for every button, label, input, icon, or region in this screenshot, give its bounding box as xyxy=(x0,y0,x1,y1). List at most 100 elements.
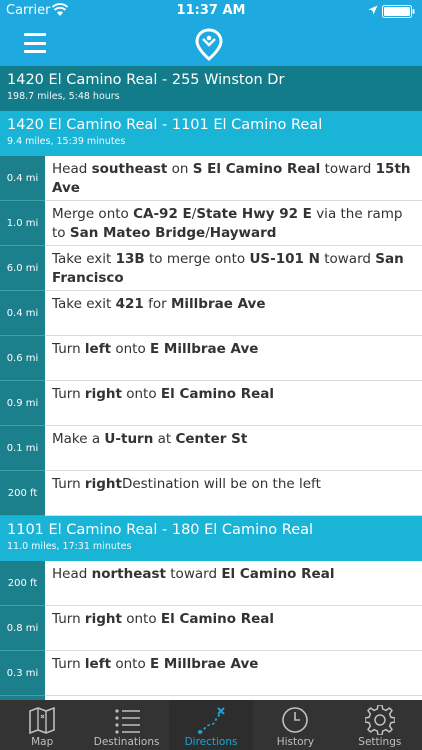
step-distance: 0.1 mi xyxy=(0,426,45,471)
instruction-emphasis: S El Camino Real xyxy=(192,161,321,177)
step-distance: 6.0 mi xyxy=(0,246,45,291)
tab-label: Map xyxy=(31,736,54,748)
step-instruction: Make a U-turn at Center St xyxy=(45,426,422,470)
instruction-text: Take exit xyxy=(52,251,116,267)
step-distance: 0.6 mi xyxy=(0,336,45,381)
step-instruction: Turn left onto E Millbrae Ave xyxy=(45,336,422,380)
route-total-header[interactable]: 1420 El Camino Real - 255 Winston Dr 198… xyxy=(0,66,422,111)
tab-bar: Map Destinations Directions History Settings xyxy=(0,700,422,750)
step-instruction: Take exit 421 for Millbrae Ave xyxy=(45,291,422,335)
instruction-text: onto xyxy=(121,611,161,627)
step-distance: 1.0 mi xyxy=(0,201,45,246)
instruction-text: to merge onto xyxy=(144,251,250,267)
tab-directions[interactable]: Directions xyxy=(168,700,254,750)
step-distance: 0.3 mi xyxy=(0,651,45,696)
hamburger-line xyxy=(24,41,46,45)
instruction-emphasis: right xyxy=(84,386,122,402)
step-distance: 0.4 mi xyxy=(0,291,45,336)
instruction-text: on xyxy=(167,161,193,177)
instruction-emphasis: 13B xyxy=(115,251,145,267)
instruction-emphasis: Hayward xyxy=(209,225,277,241)
route-legs: 1420 El Camino Real - 1101 El Camino Rea… xyxy=(0,111,422,700)
instruction-text: toward xyxy=(320,161,376,177)
instruction-text: for xyxy=(143,296,171,312)
tab-destinations[interactable]: Destinations xyxy=(84,700,168,750)
instruction-emphasis: 421 xyxy=(115,296,144,312)
tab-settings[interactable]: Settings xyxy=(338,700,422,750)
status-time: 11:37 AM xyxy=(176,3,246,18)
instruction-text: Destination will be on the left xyxy=(121,476,321,492)
direction-step[interactable]: 0.1 mi Make a U-turn at Center St xyxy=(0,426,422,471)
step-instruction: Turn left onto E Millbrae Ave xyxy=(45,651,422,695)
instruction-emphasis: E Millbrae Ave xyxy=(150,341,259,357)
step-instruction: Turn right onto El Camino Real xyxy=(45,606,422,650)
instruction-emphasis: CA-92 E xyxy=(133,206,192,222)
instruction-text: onto xyxy=(121,386,161,402)
direction-step[interactable]: 0.6 mi Turn left onto E Millbrae Ave xyxy=(0,336,422,381)
tab-label: Settings xyxy=(358,736,402,748)
map-icon xyxy=(29,706,56,735)
direction-step[interactable]: 200 ft Turn rightDestination will be on t… xyxy=(0,471,422,516)
instruction-text: onto xyxy=(111,341,150,357)
direction-step[interactable]: 0.9 mi Turn right onto El Camino Real xyxy=(0,381,422,426)
instruction-emphasis: US-101 N xyxy=(249,251,320,267)
direction-step[interactable]: 1.0 mi Merge onto CA-92 E/State Hwy 92 E … xyxy=(0,201,422,246)
location-arrow-icon xyxy=(368,5,378,15)
direction-step[interactable]: 6.0 mi Take exit 13B to merge onto US-101… xyxy=(0,246,422,291)
map-pin-logo-icon xyxy=(195,28,223,61)
step-instruction: Take exit 13B to merge onto US-101 N tow… xyxy=(45,246,422,290)
tab-label: Directions xyxy=(184,736,238,748)
route-leg-header[interactable]: 1420 El Camino Real - 1101 El Camino Rea… xyxy=(0,111,422,156)
directions-list[interactable]: 1420 El Camino Real - 255 Winston Dr 198… xyxy=(0,66,422,700)
direction-step[interactable]: 0.4 mi Take exit 421 for Millbrae Ave xyxy=(0,291,422,336)
instruction-text: Turn xyxy=(52,656,85,672)
instruction-emphasis: El Camino Real xyxy=(160,611,275,627)
step-distance: 200 ft xyxy=(0,471,45,516)
route-leg-header[interactable]: 1101 El Camino Real - 180 El Camino Real… xyxy=(0,516,422,561)
gear-icon xyxy=(364,705,395,735)
instruction-text: onto xyxy=(111,656,150,672)
route-leg-summary: 9.4 miles, 15:39 minutes xyxy=(7,136,126,147)
step-instruction: Head northeast toward El Camino Real xyxy=(45,561,422,605)
route-total-title: 1420 El Camino Real - 255 Winston Dr xyxy=(7,72,285,88)
hamburger-line xyxy=(24,50,46,53)
instruction-emphasis: El Camino Real xyxy=(160,386,275,402)
instruction-emphasis: San Mateo Bridge xyxy=(69,225,206,241)
instruction-text: Turn xyxy=(52,341,85,357)
instruction-emphasis: U-turn xyxy=(104,431,154,447)
instruction-emphasis: southeast xyxy=(91,161,168,177)
step-instruction: Head southeast on S El Camino Real towar… xyxy=(45,156,422,200)
clock-icon xyxy=(282,707,309,733)
direction-step[interactable]: 0.3 mi Turn left onto E Millbrae Ave xyxy=(0,651,422,696)
direction-step[interactable]: 0.4 mi Head southeast on S El Camino Real… xyxy=(0,156,422,201)
instruction-text: Take exit xyxy=(52,296,116,312)
instruction-emphasis: State Hwy 92 E xyxy=(196,206,312,222)
route-leg-title: 1101 El Camino Real - 180 El Camino Real xyxy=(7,522,314,538)
instruction-text: at xyxy=(153,431,176,447)
step-distance: 200 ft xyxy=(0,561,45,606)
instruction-text: Turn xyxy=(52,386,85,402)
route-leg-title: 1420 El Camino Real - 1101 El Camino Rea… xyxy=(7,117,323,133)
tab-label: History xyxy=(276,736,315,748)
instruction-text: Merge onto xyxy=(52,206,134,222)
step-instruction: Turn right onto El Camino Real xyxy=(45,381,422,425)
instruction-emphasis: Millbrae Ave xyxy=(170,296,266,312)
route-leg-summary: 11.0 miles, 17:31 minutes xyxy=(7,541,132,552)
step-instruction: Merge onto CA-92 E/State Hwy 92 E via th… xyxy=(45,201,422,245)
instruction-emphasis: right xyxy=(84,611,122,627)
instruction-text: toward xyxy=(165,566,222,582)
hamburger-line xyxy=(24,33,46,36)
direction-step[interactable]: 0.8 mi Turn right onto El Camino Real xyxy=(0,606,422,651)
nav-bar xyxy=(0,22,422,66)
instruction-emphasis: left xyxy=(84,656,112,672)
menu-button[interactable] xyxy=(24,31,50,55)
step-instruction: Turn rightDestination will be on the lef… xyxy=(45,471,422,515)
tab-map[interactable]: Map xyxy=(0,700,84,750)
battery-icon xyxy=(382,5,415,18)
instruction-text: Turn xyxy=(52,611,85,627)
direction-step[interactable]: 200 ft Head northeast toward El Camino Re… xyxy=(0,561,422,606)
route-icon xyxy=(198,707,225,734)
instruction-emphasis: El Camino Real xyxy=(221,566,335,582)
tab-history[interactable]: History xyxy=(253,700,337,750)
instruction-text: toward xyxy=(319,251,376,267)
